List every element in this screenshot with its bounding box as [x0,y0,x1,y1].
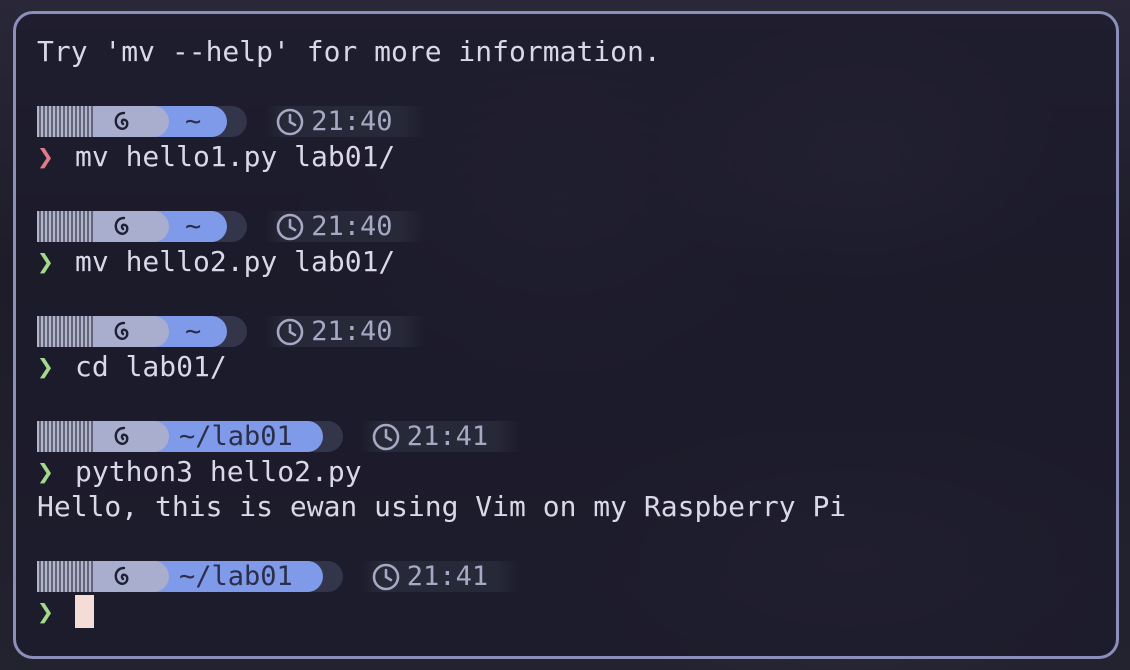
debian-swirl-icon [114,426,129,445]
command-line: ❯ python3 hello2.py [37,454,1096,489]
os-segment [93,421,169,452]
prompt-bar: ~/lab01 21:41 [37,559,1096,594]
os-segment [93,211,169,242]
time-segment: 21:40 [265,211,425,242]
command-text: mv hello1.py lab01/ [75,140,396,173]
prompt-fade-segment [37,561,93,592]
program-output: Hello, this is ewan using Vim on my Rasp… [37,490,847,523]
os-segment [93,561,169,592]
prompt-symbol: ❯ [37,350,54,383]
error-output: Try 'mv --help' for more information. [37,35,661,68]
prompt-time: 21:41 [406,561,489,592]
command-text: cd lab01/ [75,350,227,383]
os-segment [93,106,169,137]
os-segment [93,316,169,347]
prompt-symbol: ❯ [37,595,54,628]
prompt-time: 21:41 [406,421,489,452]
prompt-symbol: ❯ [37,245,54,278]
time-segment: 21:40 [265,106,425,137]
debian-swirl-icon [114,321,129,340]
clock-icon [372,423,400,450]
prompt-time: 21:40 [311,316,393,347]
prompt-fade-segment [37,211,93,242]
prompt-fade-segment [37,316,93,347]
debian-swirl-icon [114,566,129,585]
command-line: ❯ mv hello2.py lab01/ [37,244,1096,279]
time-segment: 21:41 [360,421,521,452]
prompt-symbol-error: ❯ [37,140,54,173]
directory-segment: ~/lab01 [149,421,323,452]
prompt-bar: ~/lab01 21:41 [37,419,1096,454]
prompt-symbol: ❯ [37,455,54,488]
command-line: ❯ mv hello1.py lab01/ [37,139,1096,174]
command-text: python3 hello2.py [75,455,362,488]
time-segment: 21:41 [360,561,521,592]
text-cursor[interactable] [75,594,94,628]
debian-swirl-icon [114,216,129,235]
prompt-fade-segment [37,421,93,452]
time-segment: 21:40 [265,316,425,347]
clock-icon [276,108,304,135]
prompt-bar: ~ 21:40 [37,209,1096,244]
terminal-window[interactable]: Try 'mv --help' for more information. ~ … [13,11,1119,659]
prompt-bar: ~ 21:40 [37,314,1096,349]
clock-icon [276,213,304,240]
command-text: mv hello2.py lab01/ [75,245,396,278]
debian-swirl-icon [114,111,129,130]
prompt-time: 21:40 [311,211,393,242]
directory-segment: ~/lab01 [149,561,323,592]
clock-icon [372,563,400,590]
prompt-time: 21:40 [311,106,393,137]
command-line: ❯ cd lab01/ [37,349,1096,384]
terminal-content[interactable]: Try 'mv --help' for more information. ~ … [37,34,1096,636]
active-command-line[interactable]: ❯ [37,594,1096,629]
clock-icon [276,318,304,345]
prompt-fade-segment [37,106,93,137]
prompt-bar: ~ 21:40 [37,104,1096,139]
